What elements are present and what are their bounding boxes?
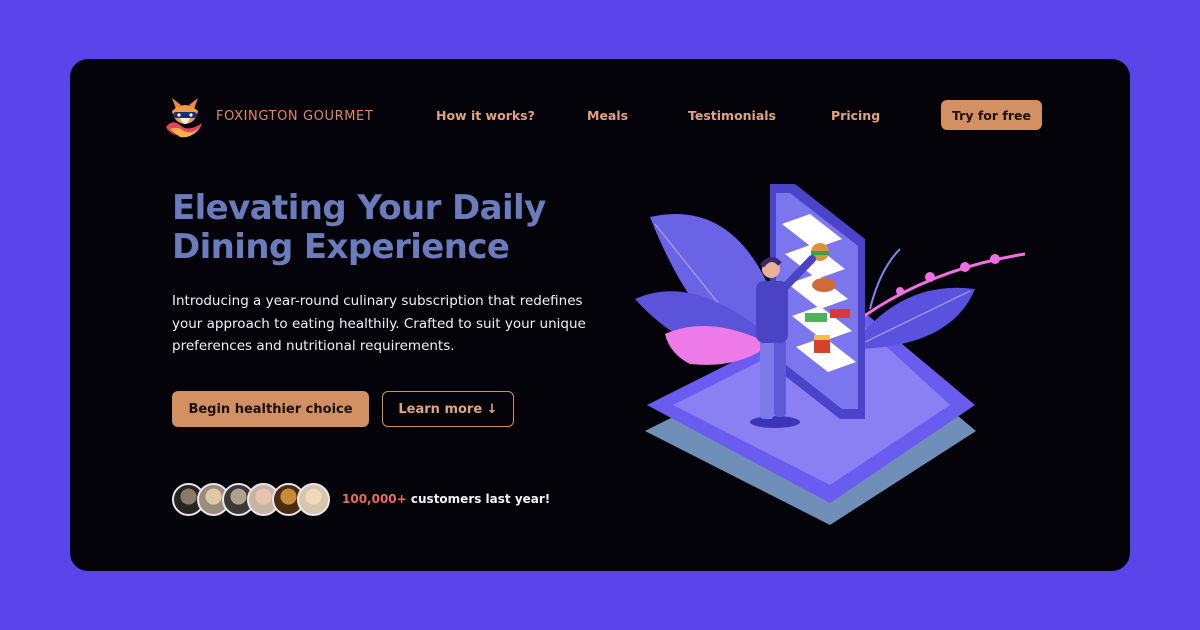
person-shadow bbox=[750, 416, 800, 428]
begin-healthier-choice-button[interactable]: Begin healthier choice bbox=[172, 391, 369, 427]
hero-title: Elevating Your Daily Dining Experience bbox=[172, 188, 546, 267]
nav-link-meals[interactable]: Meals bbox=[587, 108, 628, 123]
customers-stat: 100,000+ customers last year! bbox=[342, 492, 550, 506]
learn-more-button[interactable]: Learn more ↓ bbox=[382, 391, 514, 427]
try-for-free-button[interactable]: Try for free bbox=[941, 100, 1042, 130]
hero-description: Introducing a year-round culinary subscr… bbox=[172, 293, 586, 354]
customers-count: 100,000+ bbox=[342, 492, 407, 506]
chicken bbox=[812, 278, 836, 292]
nav-link-how-it-works[interactable]: How it works? bbox=[436, 108, 535, 123]
nav-link-testimonials[interactable]: Testimonials bbox=[688, 108, 776, 123]
customer-avatar-6 bbox=[297, 483, 330, 516]
brand-name: FOXINGTON GOURMET bbox=[216, 108, 374, 124]
salad-box bbox=[805, 313, 827, 322]
blue-sprig bbox=[869, 248, 901, 310]
fox-logo-icon bbox=[166, 98, 202, 138]
person-legs bbox=[760, 337, 774, 419]
takeaway-box bbox=[814, 339, 830, 353]
customers-text: customers last year! bbox=[406, 492, 551, 506]
nav-link-pricing[interactable]: Pricing bbox=[831, 108, 880, 123]
brand[interactable]: FOXINGTON GOURMET bbox=[162, 93, 373, 139]
hero-card: FOXINGTON GOURMET How it works? Meals Te… bbox=[70, 59, 1130, 571]
meal-app-illustration bbox=[635, 184, 1026, 525]
